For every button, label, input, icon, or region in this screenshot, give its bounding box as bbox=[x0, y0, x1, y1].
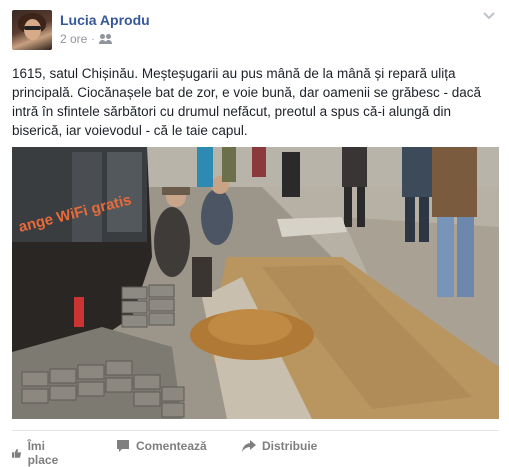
comment-icon bbox=[117, 440, 129, 452]
like-button[interactable]: Îmi place bbox=[12, 439, 63, 467]
post-meta: 2 ore · bbox=[60, 32, 113, 46]
share-icon bbox=[242, 440, 256, 452]
comment-button[interactable]: Comentează bbox=[116, 439, 207, 453]
friends-icon[interactable] bbox=[98, 34, 113, 44]
avatar[interactable] bbox=[12, 10, 52, 50]
post-text: 1615, satul Chișinău. Meșteșugarii au pu… bbox=[12, 66, 482, 138]
actions-divider bbox=[12, 430, 499, 431]
like-label: Îmi place bbox=[27, 439, 59, 467]
post-photo[interactable]: ange WiFi gratis bbox=[12, 147, 499, 419]
share-label: Distribuie bbox=[262, 439, 318, 453]
facebook-post: Lucia Aprodu 2 ore · 1615, satul Chișină… bbox=[0, 0, 509, 467]
share-button[interactable]: Distribuie bbox=[242, 439, 317, 453]
thumbs-up-icon bbox=[12, 448, 22, 458]
meta-separator: · bbox=[91, 33, 95, 45]
author-name[interactable]: Lucia Aprodu bbox=[60, 12, 150, 28]
comment-label: Comentează bbox=[136, 439, 207, 453]
post-time[interactable]: 2 ore bbox=[60, 32, 87, 46]
chevron-down-icon[interactable] bbox=[483, 10, 495, 22]
